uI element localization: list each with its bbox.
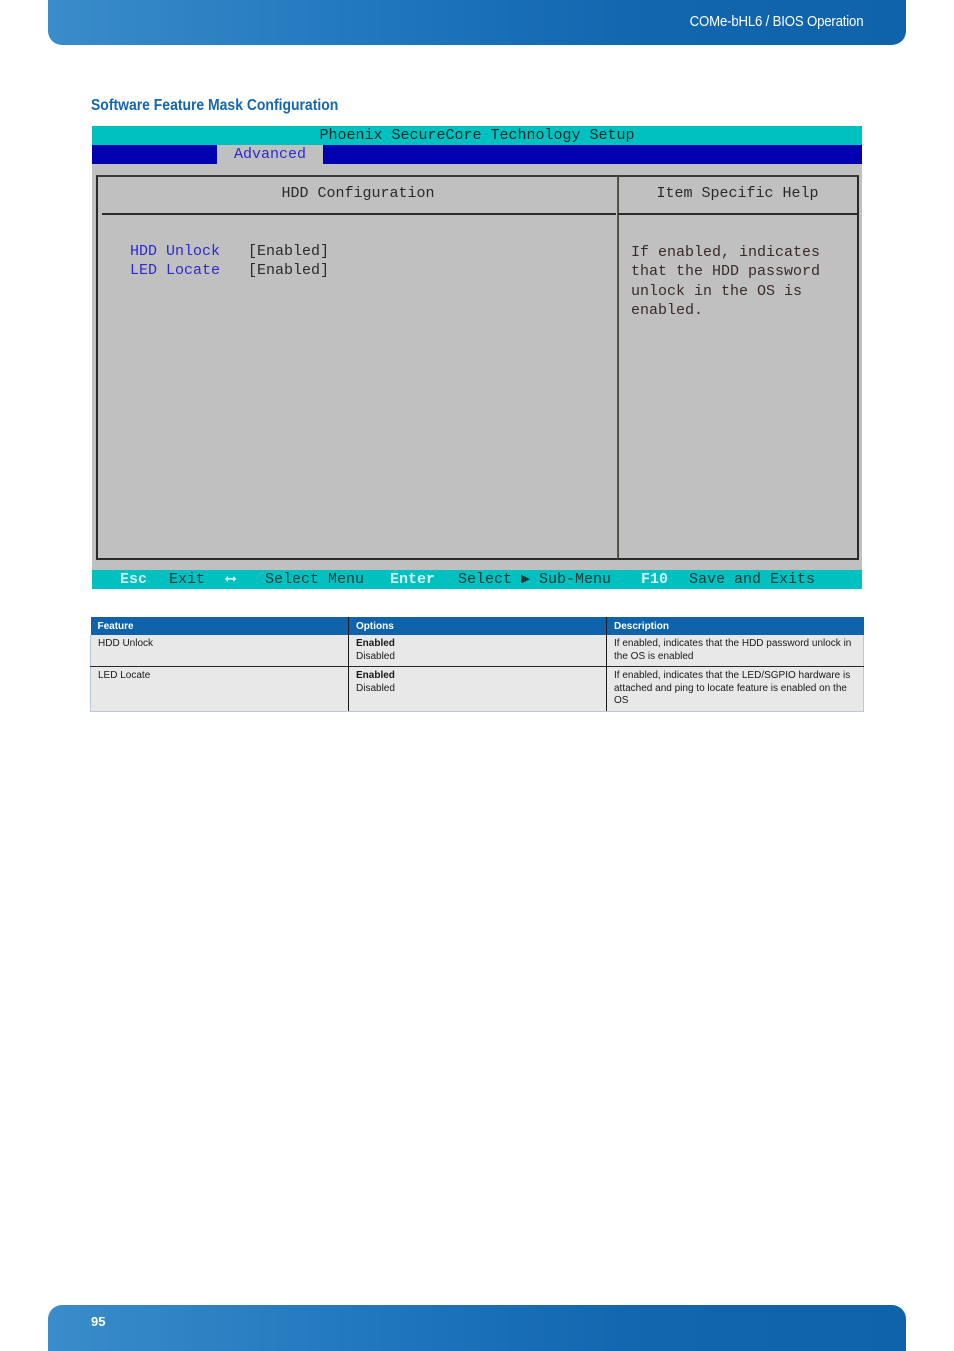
bios-item-hdd-unlock[interactable]: HDD Unlock	[130, 243, 220, 260]
key-action-select-submenu: Select ▶ Sub-Menu	[458, 571, 612, 588]
page-footer-band: 95	[48, 1305, 906, 1351]
key-action-exit: Exit	[169, 571, 206, 588]
bios-value-hdd-unlock[interactable]: [Enabled]	[248, 243, 329, 260]
key-esc: Esc	[120, 571, 148, 588]
option: Disabled	[356, 650, 395, 662]
divider	[618, 213, 857, 215]
arrows-icon: ⟷	[226, 571, 236, 588]
feature-cell: HDD Unlock	[90, 635, 349, 667]
section-title: Software Feature Mask Configuration	[91, 97, 339, 114]
column-header-options: Options	[348, 617, 607, 635]
table-row: HDD Unlock Enabled Disabled If enabled, …	[90, 635, 864, 667]
description-cell: If enabled, indicates that the LED/SGPIO…	[606, 666, 864, 712]
table-row: LED Locate Enabled Disabled If enabled, …	[90, 666, 864, 712]
bios-tab-advanced[interactable]: Advanced	[217, 145, 323, 164]
bios-title-bar: Phoenix SecureCore Technology Setup	[92, 126, 862, 145]
bios-setup-screenshot: Phoenix SecureCore Technology Setup Adva…	[92, 126, 862, 589]
options-cell: Enabled Disabled	[348, 635, 607, 667]
page-number: 95	[91, 1314, 106, 1329]
bios-help-text: If enabled, indicates that the HDD passw…	[631, 244, 821, 319]
key-action-select-menu: Select Menu	[265, 571, 365, 588]
feature-cell: LED Locate	[90, 666, 349, 712]
key-f10: F10	[641, 571, 669, 588]
bios-menu-bar: Advanced	[92, 145, 862, 164]
column-header-description: Description	[606, 617, 864, 635]
options-cell: Enabled Disabled	[348, 666, 607, 712]
bios-status-bar: Esc Exit ⟷ Select Menu Enter Select ▶ Su…	[92, 570, 862, 589]
table-header-row: Feature Options Description	[90, 617, 864, 635]
default-option: Enabled	[356, 670, 395, 681]
column-header-feature: Feature	[90, 617, 349, 635]
key-enter: Enter	[390, 571, 436, 588]
bios-settings-panel: HDD Configuration HDD Unlock [Enabled] L…	[96, 175, 619, 560]
bios-item-led-locate[interactable]: LED Locate	[130, 262, 220, 279]
feature-options-table: Feature Options Description HDD Unlock E…	[90, 617, 864, 712]
bios-value-led-locate[interactable]: [Enabled]	[248, 262, 329, 279]
bios-panel-heading: HDD Configuration	[281, 185, 435, 202]
page-header-band: COMe-bHL6 / BIOS Operation	[48, 0, 906, 45]
divider	[102, 213, 616, 215]
document-title: COMe-bHL6 / BIOS Operation	[689, 13, 863, 30]
option: Disabled	[356, 682, 395, 694]
bios-help-heading: Item Specific Help	[656, 185, 819, 202]
default-option: Enabled	[356, 638, 395, 649]
description-cell: If enabled, indicates that the HDD passw…	[606, 635, 864, 667]
bios-help-panel: Item Specific Help If enabled, indicates…	[617, 175, 859, 560]
key-action-save-exit: Save and Exits	[689, 571, 816, 588]
